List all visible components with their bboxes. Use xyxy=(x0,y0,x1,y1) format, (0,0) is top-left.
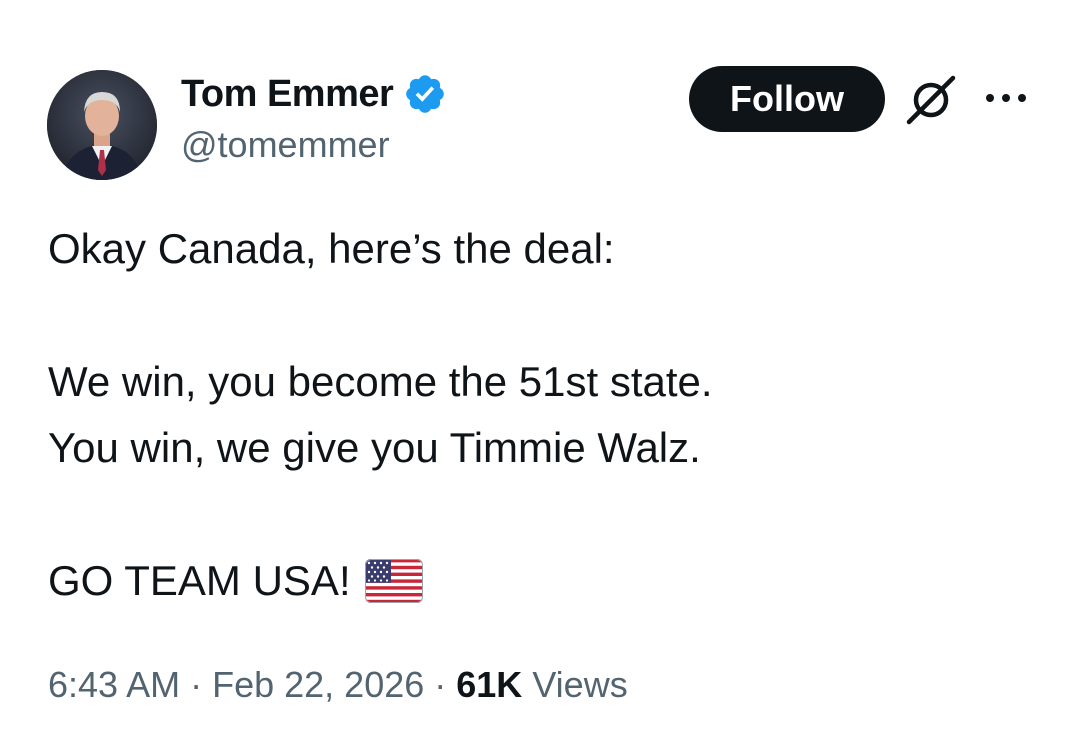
meta-separator: · xyxy=(190,664,203,705)
avatar-image xyxy=(47,70,157,180)
us-flag-emoji-icon xyxy=(364,559,423,604)
tweet-card: Tom Emmer @tomemmer Follow Okay Canada, … xyxy=(0,0,1080,751)
tweet-text-line: GO TEAM USA! xyxy=(48,556,1048,606)
views-label[interactable]: Views xyxy=(532,664,627,706)
tweet-text-go-team: GO TEAM USA! xyxy=(48,557,351,604)
author-handle[interactable]: @tomemmer xyxy=(181,124,390,166)
tweet-text-line: We win, you become the 51st state. xyxy=(48,358,713,405)
meta-separator: · xyxy=(434,664,447,705)
views-count[interactable]: 61K xyxy=(456,664,522,706)
tweet-meta: 6:43 AM · Feb 22, 2026 · 61K Views xyxy=(48,664,628,706)
verified-badge-icon xyxy=(403,72,447,116)
more-options-icon[interactable] xyxy=(982,86,1030,110)
follow-button[interactable]: Follow xyxy=(689,66,885,132)
tweet-date[interactable]: Feb 22, 2026 xyxy=(212,664,424,706)
author-name-row: Tom Emmer xyxy=(181,70,447,118)
author-name[interactable]: Tom Emmer xyxy=(181,73,394,116)
tweet-time[interactable]: 6:43 AM xyxy=(48,664,180,706)
grok-icon[interactable] xyxy=(903,72,959,128)
tweet-text-line: You win, we give you Timmie Walz. xyxy=(48,424,701,471)
avatar[interactable] xyxy=(47,70,157,180)
tweet-text-line: Okay Canada, here’s the deal: xyxy=(48,225,615,272)
